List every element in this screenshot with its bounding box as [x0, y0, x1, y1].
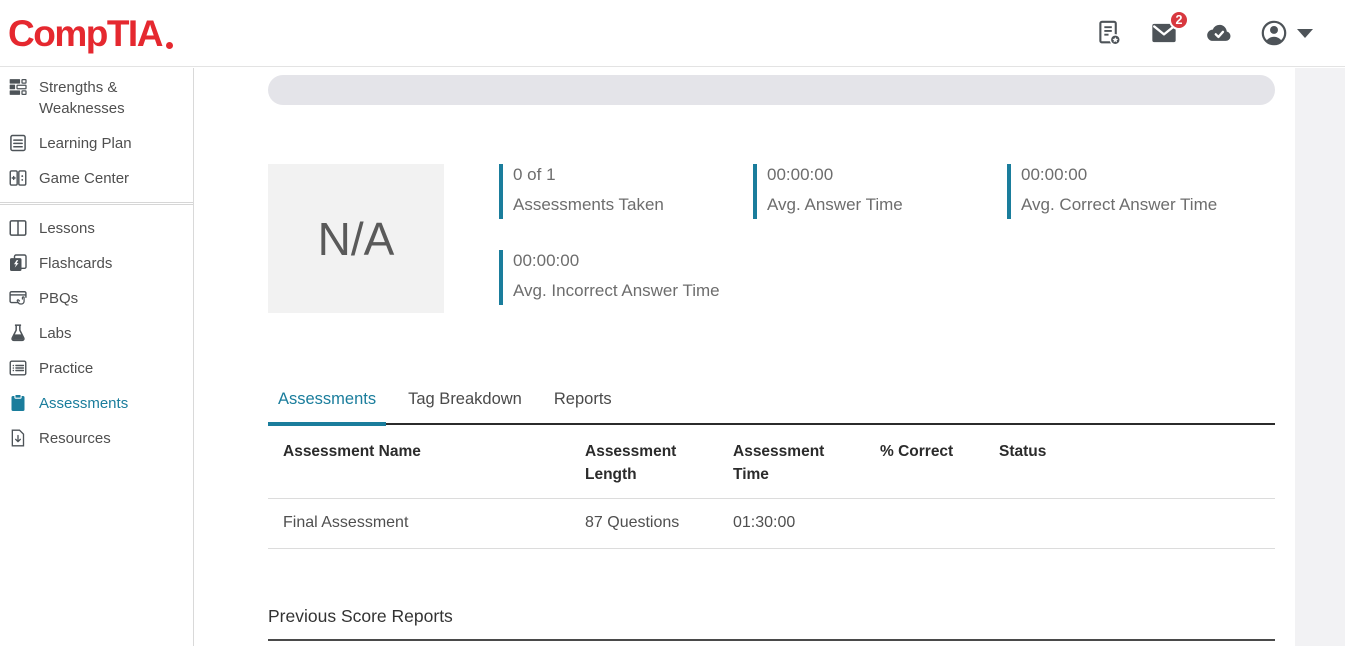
sidebar-item-practice[interactable]: Practice [0, 351, 193, 386]
score-value: N/A [318, 212, 395, 266]
right-gutter [1295, 68, 1345, 646]
chevron-down-icon [1297, 29, 1313, 38]
comptia-logo: CompTIA [8, 15, 173, 52]
score-report-icon[interactable] [1095, 19, 1123, 47]
stat-avg-answer-time: 00:00:00 Avg. Answer Time [753, 164, 903, 219]
sidebar-item-learning-plan[interactable]: Learning Plan [0, 126, 193, 161]
stat-label: Avg. Incorrect Answer Time [513, 281, 720, 301]
sidebar-item-label: Lessons [39, 218, 95, 239]
column-assessment-length: Assessment Length [570, 425, 718, 499]
cell-assessment-time: 01:30:00 [718, 499, 865, 549]
table-row[interactable]: Final Assessment 87 Questions 01:30:00 [268, 499, 1275, 549]
assessments-table: Assessment Name Assessment Length Assess… [268, 425, 1275, 549]
sidebar-item-label: Labs [39, 323, 72, 344]
table-header-row: Assessment Name Assessment Length Assess… [268, 425, 1275, 499]
tab-tag-breakdown[interactable]: Tag Breakdown [398, 390, 532, 423]
comptia-logo-text: CompTIA [8, 13, 162, 54]
sidebar-item-label: Practice [39, 358, 93, 379]
sidebar-item-label: Game Center [39, 168, 129, 189]
strengths-weaknesses-icon [8, 77, 28, 97]
sidebar-divider [0, 202, 193, 205]
top-header: CompTIA 2 [0, 0, 1345, 67]
app-window: CompTIA 2 [0, 0, 1345, 646]
sidebar-item-pbqs[interactable]: PBQs [0, 281, 193, 316]
assessments-icon [8, 393, 28, 413]
cell-status [984, 499, 1275, 549]
progress-bar [268, 75, 1275, 105]
column-assessment-name: Assessment Name [268, 425, 570, 499]
messages-icon[interactable]: 2 [1150, 19, 1178, 47]
summary-stats: N/A 0 of 1 Assessments Taken 00:00:00 Av… [268, 164, 1275, 313]
stat-assessments-taken: 0 of 1 Assessments Taken [499, 164, 664, 219]
sidebar-item-assessments[interactable]: Assessments [0, 386, 193, 421]
sidebar-item-label: Learning Plan [39, 133, 132, 154]
main-content: N/A 0 of 1 Assessments Taken 00:00:00 Av… [268, 68, 1275, 646]
flashcards-icon [8, 253, 28, 273]
labs-icon [8, 323, 28, 343]
previous-score-reports-title: Previous Score Reports [268, 606, 1275, 627]
learning-plan-icon [8, 133, 28, 153]
stat-value: 00:00:00 [1021, 165, 1217, 185]
sidebar-item-labs[interactable]: Labs [0, 316, 193, 351]
tab-assessments[interactable]: Assessments [268, 390, 386, 426]
column-status: Status [984, 425, 1275, 499]
tab-reports[interactable]: Reports [544, 390, 622, 423]
assessments-tab-bar: Assessments Tag Breakdown Reports [268, 390, 1275, 425]
sidebar-item-strengths-weaknesses[interactable]: Strengths & Weaknesses [0, 70, 193, 126]
sync-cloud-icon[interactable] [1205, 19, 1233, 47]
column-percent-correct: % Correct [865, 425, 984, 499]
registered-mark-dot [166, 42, 173, 49]
sidebar-item-label: Flashcards [39, 253, 112, 274]
stat-value: 00:00:00 [513, 251, 720, 271]
stat-value: 0 of 1 [513, 165, 664, 185]
sidebar-item-lessons[interactable]: Lessons [0, 211, 193, 246]
sidebar-item-label: Strengths & Weaknesses [39, 77, 183, 119]
sidebar: Strengths & Weaknesses Learning Plan [0, 68, 194, 646]
sidebar-item-game-center[interactable]: Game Center [0, 161, 193, 196]
messages-count-badge: 2 [1169, 10, 1189, 30]
previous-score-reports-section: Previous Score Reports [268, 606, 1275, 641]
section-divider [268, 639, 1275, 641]
stat-label: Avg. Answer Time [767, 195, 903, 215]
pbqs-icon [8, 288, 28, 308]
account-menu-button[interactable] [1260, 19, 1313, 47]
stat-label: Assessments Taken [513, 195, 664, 215]
stat-avg-correct-answer-time: 00:00:00 Avg. Correct Answer Time [1007, 164, 1217, 219]
sidebar-item-flashcards[interactable]: Flashcards [0, 246, 193, 281]
column-assessment-time: Assessment Time [718, 425, 865, 499]
sidebar-item-label: PBQs [39, 288, 78, 309]
cell-assessment-length: 87 Questions [570, 499, 718, 549]
score-box: N/A [268, 164, 444, 313]
stat-avg-incorrect-answer-time: 00:00:00 Avg. Incorrect Answer Time [499, 250, 720, 305]
header-icon-group: 2 [1095, 19, 1313, 47]
avatar-icon [1260, 19, 1288, 47]
lessons-icon [8, 218, 28, 238]
stat-value: 00:00:00 [767, 165, 903, 185]
sidebar-item-label: Assessments [39, 393, 128, 414]
sidebar-item-label: Resources [39, 428, 111, 449]
resources-icon [8, 428, 28, 448]
sidebar-item-resources[interactable]: Resources [0, 421, 193, 456]
cell-assessment-name: Final Assessment [268, 499, 570, 549]
game-center-icon [8, 168, 28, 188]
cell-percent-correct [865, 499, 984, 549]
practice-icon [8, 358, 28, 378]
stat-label: Avg. Correct Answer Time [1021, 195, 1217, 215]
